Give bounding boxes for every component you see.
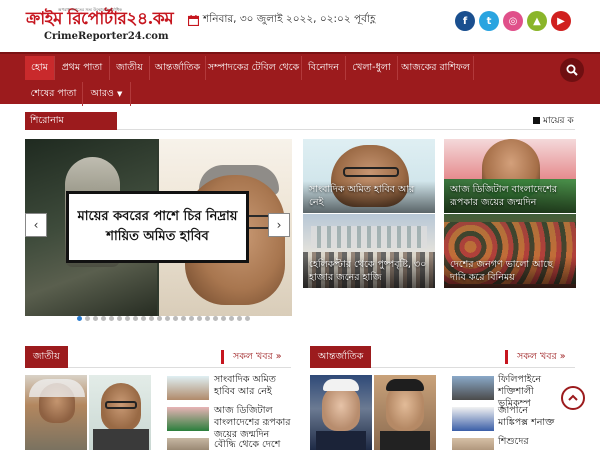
- chevron-up-icon: [568, 394, 578, 401]
- news-title[interactable]: সাংবাদিক অমিত হাবিব আর নেই: [214, 374, 291, 398]
- news-card[interactable]: হেলিকপ্টার থেকে পুষ্পবৃষ্টি, ৩০ হাজার জন…: [303, 214, 435, 288]
- news-title[interactable]: জাপানে মাঙ্কিপক্স শনাক্ত: [498, 405, 560, 429]
- slider-dot[interactable]: [117, 316, 122, 321]
- section-national-title[interactable]: জাতীয়: [25, 346, 68, 368]
- nav-last-page[interactable]: শেষের পাতা: [25, 82, 83, 106]
- slider-dot[interactable]: [101, 316, 106, 321]
- slider-dots: [77, 316, 250, 321]
- instagram-icon[interactable]: ◎: [503, 11, 523, 31]
- page: ক্রাইম রিপোর্টার২৪.কম অপরাধ জগতের সত্য উ…: [0, 0, 600, 450]
- nav-national[interactable]: জাতীয়: [110, 56, 150, 80]
- section-national-header: জাতীয় সকল খবর »: [25, 346, 291, 368]
- date-text: শনিবার, ৩০ জুলাই ২০২২, ০২:০২ পূর্বাহ্ণ: [203, 13, 376, 25]
- slider-next-button[interactable]: ›: [268, 213, 290, 237]
- headline-label: শিরোনাম: [25, 112, 117, 130]
- slider-dot[interactable]: [173, 316, 178, 321]
- card-caption: হেলিকপ্টার থেকে পুষ্পবৃষ্টি, ৩০ হাজার জন…: [303, 256, 435, 288]
- slider-dot[interactable]: [213, 316, 218, 321]
- nav-more[interactable]: আরও ▼: [83, 82, 131, 106]
- slider-dot[interactable]: [205, 316, 210, 321]
- nav-international[interactable]: আন্তর্জাতিক: [150, 56, 206, 80]
- section-international-photo[interactable]: [374, 375, 436, 450]
- slider-dot[interactable]: [189, 316, 194, 321]
- card-caption: আজ ডিজিটাল বাংলাদেশের রূপকার জয়ের জন্মদ…: [444, 181, 576, 213]
- section-international-photo[interactable]: [310, 375, 372, 450]
- headline-divider: [117, 129, 575, 130]
- slider-dot[interactable]: [229, 316, 234, 321]
- slider-dot[interactable]: [141, 316, 146, 321]
- slider-dot[interactable]: [221, 316, 226, 321]
- slider-dot[interactable]: [77, 316, 82, 321]
- news-title[interactable]: বৌদ্ধি থেকে দেশে: [214, 439, 292, 450]
- slider-dot[interactable]: [85, 316, 90, 321]
- nav-first-page[interactable]: প্রথম পাতা: [55, 56, 110, 80]
- android-icon[interactable]: ▲: [527, 11, 547, 31]
- scroll-to-top-button[interactable]: [561, 386, 585, 410]
- slider-dot[interactable]: [237, 316, 242, 321]
- chevron-right-icon: ›: [276, 218, 282, 232]
- twitter-icon[interactable]: t: [479, 11, 499, 31]
- section-international-title[interactable]: আন্তর্জাতিক: [310, 346, 372, 368]
- slider-dot[interactable]: [157, 316, 162, 321]
- news-title[interactable]: শিশুদের: [498, 436, 560, 448]
- card-photo: [311, 226, 427, 248]
- slider-caption[interactable]: মায়ের কবরের পাশে চির নিদ্রায় শায়িত অম…: [66, 191, 249, 263]
- slider-dot[interactable]: [93, 316, 98, 321]
- nav-editor-table[interactable]: সম্পাদকের টেবিল থেকে: [206, 56, 302, 80]
- section-international-header: আন্তর্জাতিক সকল খবর »: [310, 346, 575, 368]
- news-thumb[interactable]: [167, 407, 209, 431]
- nav-more-label: আরও: [90, 88, 114, 99]
- news-thumb[interactable]: [167, 376, 209, 400]
- search-icon: [566, 64, 578, 76]
- section-national-photo[interactable]: [89, 375, 151, 450]
- news-card[interactable]: দেশের জনগণ ভালো আছে দাবি করে বিনিময়: [444, 214, 576, 288]
- logo-domain: CrimeReporter24.com: [44, 31, 169, 42]
- slider-dot[interactable]: [245, 316, 250, 321]
- news-thumb[interactable]: [452, 438, 494, 450]
- news-thumb[interactable]: [452, 407, 494, 431]
- slider-dot[interactable]: [133, 316, 138, 321]
- main-slider[interactable]: মায়ের কবরের পাশে চির নিদ্রায় শায়িত অম…: [25, 139, 292, 316]
- nav-entertainment[interactable]: বিনোদন: [302, 56, 346, 80]
- news-title[interactable]: আজ ডিজিটাল বাংলাদেশের রূপকার জয়ের জন্মদ…: [214, 405, 292, 441]
- logo-tagline: অপরাধ জগতের সত্য উন্মোচনে সর্বাধিক: [58, 7, 122, 12]
- slider-dot[interactable]: [181, 316, 186, 321]
- slider-dot[interactable]: [125, 316, 130, 321]
- news-card[interactable]: সাংবাদিক অমিত হাবিব আর নেই: [303, 139, 435, 213]
- facebook-icon[interactable]: f: [455, 11, 475, 31]
- main-nav: হোম প্রথম পাতা জাতীয় আন্তর্জাতিক সম্পাদ…: [0, 52, 600, 106]
- nav-home[interactable]: হোম: [25, 56, 55, 80]
- slider-dot[interactable]: [197, 316, 202, 321]
- calendar-icon: [188, 15, 199, 26]
- nav-horoscope[interactable]: আজকের রাশিফল: [398, 56, 474, 80]
- header-date: শনিবার, ৩০ জুলাই ২০২২, ০২:০২ পূর্বাহ্ণ: [188, 12, 376, 29]
- site-header: ক্রাইম রিপোর্টার২৪.কম অপরাধ জগতের সত্য উ…: [0, 0, 600, 52]
- site-logo[interactable]: ক্রাইম রিপোর্টার২৪.কম অপরাধ জগতের সত্য উ…: [26, 4, 174, 48]
- section-international-more-link[interactable]: সকল খবর »: [505, 350, 566, 364]
- news-thumb[interactable]: [167, 438, 209, 450]
- slider-prev-button[interactable]: ‹: [25, 213, 47, 237]
- search-button[interactable]: [560, 58, 584, 82]
- caret-down-icon: ▼: [116, 90, 123, 98]
- headline-ticker[interactable]: মায়ের ক: [533, 113, 574, 128]
- youtube-icon[interactable]: ▶: [551, 11, 571, 31]
- section-national-photo[interactable]: [25, 375, 87, 450]
- section-national-more-link[interactable]: সকল খবর »: [221, 350, 282, 364]
- slider-dot[interactable]: [149, 316, 154, 321]
- slider-dot[interactable]: [109, 316, 114, 321]
- ticker-text: মায়ের ক: [543, 116, 574, 126]
- card-caption: দেশের জনগণ ভালো আছে দাবি করে বিনিময়: [444, 256, 576, 288]
- card-caption: সাংবাদিক অমিত হাবিব আর নেই: [303, 181, 435, 213]
- news-thumb[interactable]: [452, 376, 494, 400]
- nav-sports[interactable]: খেলা-ধুলা: [346, 56, 398, 80]
- chevron-left-icon: ‹: [33, 218, 39, 232]
- slider-dot[interactable]: [165, 316, 170, 321]
- news-card[interactable]: আজ ডিজিটাল বাংলাদেশের রূপকার জয়ের জন্মদ…: [444, 139, 576, 213]
- ticker-bullet-icon: [533, 117, 540, 124]
